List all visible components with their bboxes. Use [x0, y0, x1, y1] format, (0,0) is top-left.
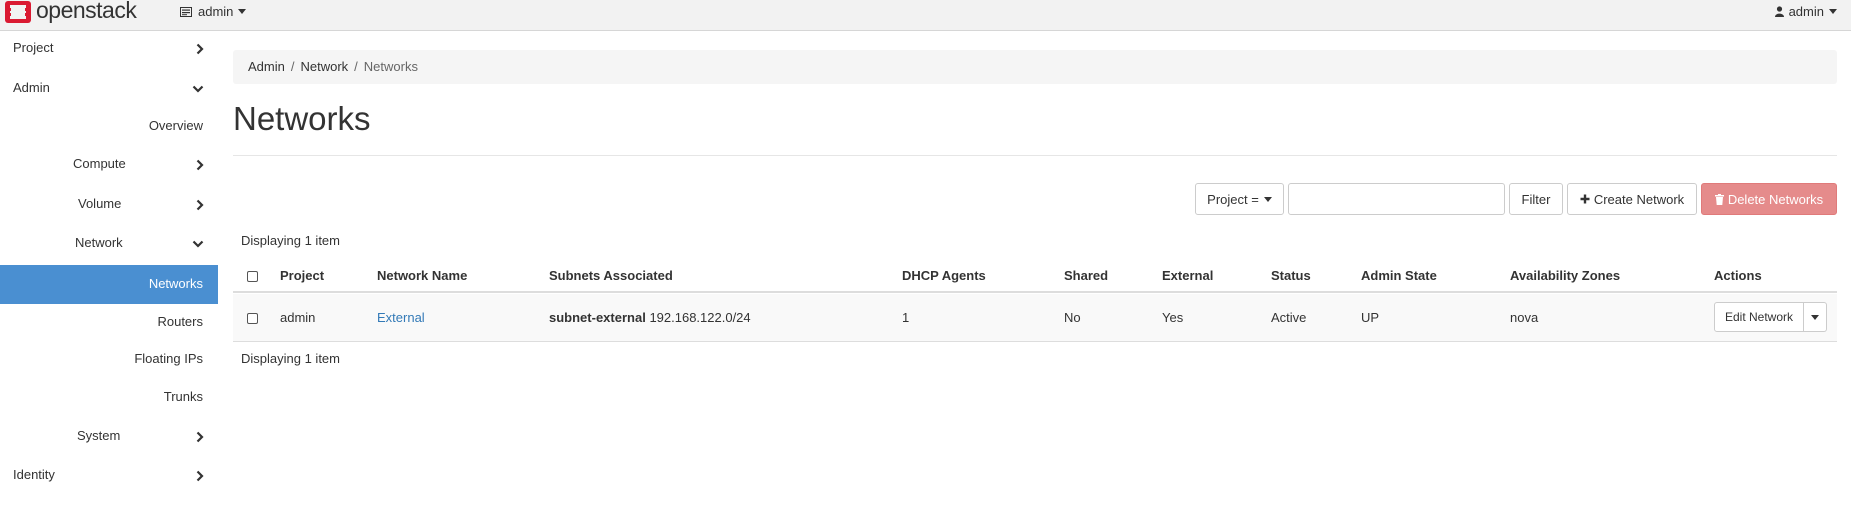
project-switcher-label: admin — [198, 4, 234, 19]
sidebar-item-admin[interactable]: Admin — [0, 71, 218, 107]
sidebar-item-identity[interactable]: Identity — [0, 458, 218, 494]
row-checkbox[interactable] — [247, 313, 258, 324]
cell-status: Active — [1271, 310, 1307, 325]
sidebar-item-label: Network — [75, 235, 123, 250]
page-title: Networks — [233, 100, 371, 137]
breadcrumb-separator: / — [290, 59, 295, 74]
caret-down-icon — [1811, 314, 1820, 320]
project-switcher[interactable]: admin — [180, 4, 247, 19]
chevron-right-icon — [196, 199, 204, 211]
breadcrumb-current: Networks — [363, 59, 418, 74]
brand-name: openstack — [36, 0, 137, 23]
cell-dhcp-agents[interactable]: 1 — [902, 310, 909, 325]
title-divider — [233, 155, 1837, 156]
sidebar-item-network[interactable]: Network — [0, 226, 218, 262]
brand-logo-link[interactable]: openstack — [4, 0, 137, 24]
column-header-status[interactable]: Status — [1271, 268, 1311, 283]
user-menu[interactable]: admin — [1774, 4, 1837, 19]
sidebar-item-volume[interactable]: Volume — [0, 187, 218, 223]
row-actions: Edit Network — [1714, 302, 1828, 334]
filter-input[interactable] — [1288, 183, 1505, 215]
sidebar-item-trunks[interactable]: Trunks — [0, 380, 218, 416]
column-header-availability-zones[interactable]: Availability Zones — [1510, 268, 1620, 283]
top-navbar: openstack admin admin — [0, 0, 1851, 31]
sidebar-item-label: Networks — [148, 276, 203, 291]
subnet-cidr: 192.168.122.0/24 — [649, 310, 751, 325]
user-icon — [1774, 6, 1784, 17]
cell-external: Yes — [1162, 310, 1184, 325]
sidebar-item-label: Floating IPs — [134, 351, 203, 366]
project-list-icon — [180, 6, 192, 17]
column-header-dhcp-agents[interactable]: DHCP Agents — [902, 268, 986, 283]
table-summary-bottom: Displaying 1 item — [241, 351, 340, 366]
sidebar-item-routers[interactable]: Routers — [0, 305, 218, 341]
subnet-name[interactable]: subnet-external — [549, 310, 646, 325]
filter-button[interactable]: Filter — [1509, 183, 1563, 215]
sidebar-item-label: System — [77, 428, 121, 443]
chevron-right-icon — [196, 470, 204, 482]
filter-field-dropdown[interactable]: Project = — [1195, 183, 1284, 215]
cell-project: admin — [280, 310, 316, 325]
column-header-admin-state[interactable]: Admin State — [1361, 268, 1437, 283]
caret-down-icon — [1263, 196, 1272, 202]
column-header-project[interactable]: Project — [280, 268, 324, 283]
row-actions-dropdown-toggle[interactable] — [1804, 302, 1828, 332]
table-header: Project Network Name Subnets Associated … — [233, 259, 1837, 293]
breadcrumb-separator: / — [354, 59, 358, 74]
chevron-down-icon — [192, 240, 204, 248]
caret-down-icon — [1829, 9, 1837, 14]
select-all-checkbox[interactable] — [247, 271, 258, 282]
sidebar: Project Admin Overview Compute Volume Ne… — [0, 31, 218, 512]
cell-availability-zones: nova — [1510, 310, 1539, 325]
column-header-subnets-associated[interactable]: Subnets Associated — [549, 268, 673, 283]
caret-down-icon — [238, 9, 247, 14]
column-header-external[interactable]: External — [1162, 268, 1213, 283]
sidebar-item-label: Admin — [13, 80, 50, 95]
sidebar-item-label: Volume — [78, 196, 122, 211]
user-menu-label: admin — [1788, 4, 1824, 19]
breadcrumb-admin[interactable]: Admin — [248, 59, 285, 74]
column-header-network-name[interactable]: Network Name — [377, 268, 467, 283]
sidebar-item-overview[interactable]: Overview — [0, 109, 218, 145]
plus-icon — [1580, 194, 1590, 204]
table-summary-top: Displaying 1 item — [241, 233, 340, 248]
cell-subnets: subnet-external 192.168.122.0/24 — [549, 310, 751, 325]
sidebar-item-label: Project — [13, 40, 54, 55]
column-header-shared[interactable]: Shared — [1064, 268, 1108, 283]
sidebar-item-floating-ips[interactable]: Floating IPs — [0, 342, 218, 378]
breadcrumb-network[interactable]: Network — [300, 59, 348, 74]
chevron-right-icon — [196, 43, 204, 55]
sidebar-item-label: Identity — [13, 467, 55, 482]
breadcrumb: Admin / Network / Networks — [233, 50, 1837, 84]
create-network-label: Create Network — [1593, 191, 1685, 207]
sidebar-item-label: Routers — [157, 314, 203, 329]
cell-admin-state: UP — [1361, 310, 1380, 325]
sidebar-item-label: Trunks — [163, 389, 203, 404]
edit-network-button[interactable]: Edit Network — [1714, 302, 1805, 332]
table-row: admin External subnet-external 192.168.1… — [233, 294, 1837, 342]
trash-icon — [1714, 193, 1724, 205]
chevron-right-icon — [196, 431, 204, 443]
cell-shared: No — [1064, 310, 1081, 325]
delete-networks-button[interactable]: Delete Networks — [1701, 183, 1837, 215]
chevron-right-icon — [196, 159, 204, 171]
chevron-down-icon — [192, 85, 204, 93]
delete-networks-label: Delete Networks — [1727, 191, 1824, 207]
sidebar-item-compute[interactable]: Compute — [0, 147, 218, 183]
sidebar-item-system[interactable]: System — [0, 419, 218, 455]
create-network-button[interactable]: Create Network — [1567, 183, 1697, 215]
sidebar-item-label: Compute — [73, 156, 126, 171]
network-name-link[interactable]: External — [377, 310, 425, 325]
sidebar-item-networks[interactable]: Networks — [0, 265, 218, 304]
sidebar-item-project[interactable]: Project — [0, 31, 218, 67]
column-header-actions: Actions — [1714, 268, 1762, 283]
openstack-logo-icon — [4, 0, 32, 24]
sidebar-item-label: Overview — [148, 118, 203, 133]
filter-field-label: Project = — [1207, 191, 1259, 207]
